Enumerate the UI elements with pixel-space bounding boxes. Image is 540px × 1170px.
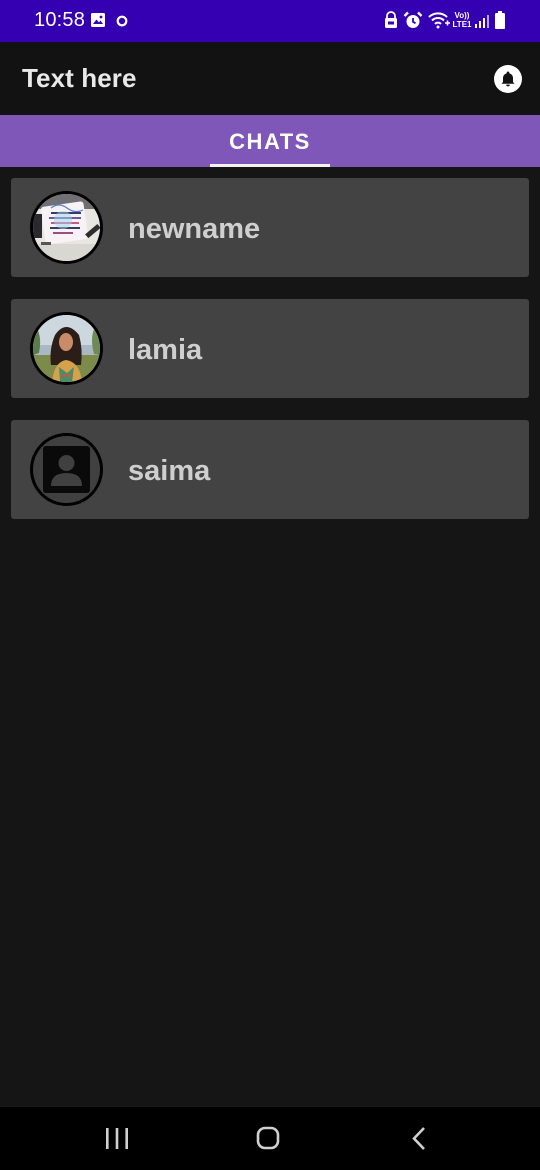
battery-icon [494, 11, 506, 35]
chat-name: newname [128, 213, 261, 245]
recents-button[interactable] [67, 1107, 167, 1170]
chat-item-saima[interactable]: saima [11, 420, 529, 519]
app-bar: Text here [0, 42, 540, 115]
signal-icon [474, 13, 490, 34]
alarm-icon [403, 11, 423, 35]
home-icon [256, 1126, 280, 1150]
avatar[interactable] [30, 433, 103, 506]
avatar[interactable] [30, 312, 103, 385]
chat-name: saima [128, 455, 211, 487]
lte-label: LTE1 [452, 20, 472, 29]
status-bar: 10:58 Vo)) LTE1 [0, 0, 540, 42]
navigation-bar [0, 1107, 540, 1170]
status-time: 10:58 [34, 9, 86, 31]
chat-name: lamia [128, 334, 203, 366]
back-button[interactable] [369, 1107, 469, 1170]
bell-icon [501, 71, 515, 87]
tab-chats[interactable]: CHATS [210, 115, 330, 167]
default-contact-image [33, 436, 100, 503]
tab-chats-label: CHATS [229, 129, 311, 154]
volte-icon: Vo)) LTE1 [450, 11, 474, 33]
avatar[interactable] [30, 191, 103, 264]
home-button[interactable] [218, 1107, 318, 1170]
app-title: Text here [22, 63, 137, 93]
notification-button[interactable] [494, 65, 522, 93]
recents-icon [106, 1128, 128, 1149]
wifi-calling-icon [428, 12, 452, 35]
chat-item-lamia[interactable]: lamia [11, 299, 529, 398]
lock-icon [383, 11, 399, 34]
back-icon [412, 1127, 425, 1150]
person-photo-image [33, 315, 100, 382]
volte-label: Vo)) [454, 11, 470, 20]
chat-item-newname[interactable]: newname [11, 178, 529, 277]
note-photo-image [33, 194, 100, 261]
tab-indicator [210, 164, 330, 167]
default-contact-icon [43, 446, 90, 493]
gallery-icon [90, 12, 106, 33]
tab-bar: CHATS [0, 115, 540, 167]
circle-notification-icon [116, 14, 128, 32]
